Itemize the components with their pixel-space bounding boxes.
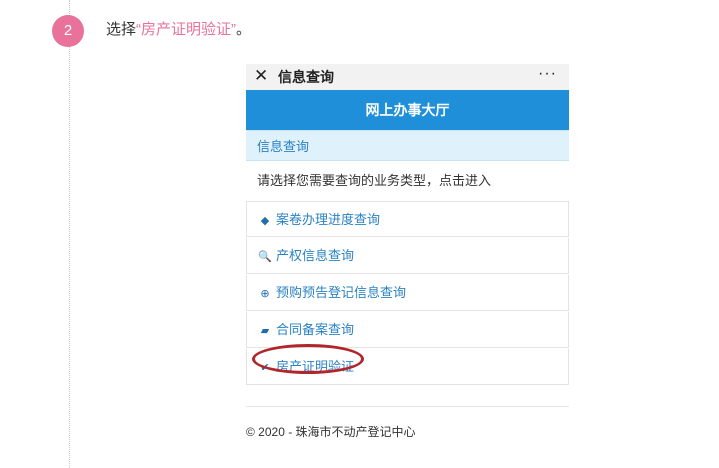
menu-item-label: 产权信息查询 [276,248,355,263]
instruction-suffix: 。 [236,21,252,38]
webview-top-bar: ✕ 信息查询 ··· [246,64,569,90]
menu-item-case-progress[interactable]: ◆ 案卷办理进度查询 [246,201,569,237]
menu-item-contract-filing[interactable]: ▰ 合同备案查询 [246,312,569,348]
instruction-highlight: “房产证明验证” [136,21,237,38]
section-tab-info-query[interactable]: 信息查询 [246,130,569,161]
zoom-in-icon: ⊕ [260,288,270,300]
menu-item-label: 案卷办理进度查询 [276,212,381,227]
menu-item-presale-registration[interactable]: ⊕ 预购预告登记信息查询 [246,275,569,311]
menu-item-label: 合同备案查询 [276,322,355,337]
close-icon[interactable]: ✕ [254,64,268,88]
book-icon: ▰ [260,325,270,337]
step-instruction: 选择“房产证明验证”。 [106,20,251,40]
query-menu-list: ◆ 案卷办理进度查询 🔍 产权信息查询 ⊕ 预购预告登记信息查询 ▰ 合同备案查询 ✔ 房… [246,201,569,386]
menu-item-property-rights[interactable]: 🔍 产权信息查询 [246,238,569,274]
prompt-text: 请选择您需要查询的业务类型，点击进入 [257,173,492,188]
menu-item-label: 预购预告登记信息查询 [276,285,407,300]
search-icon: 🔍 [258,251,272,263]
more-icon[interactable]: ··· [538,64,557,87]
instruction-prefix: 选择 [106,21,137,38]
timeline-dotted-line [69,0,70,468]
step-number-badge: 2 [52,15,84,47]
page-title: 信息查询 [278,69,334,85]
menu-item-property-certificate-verify[interactable]: ✔ 房产证明验证 [246,344,569,385]
footer-divider [246,406,569,407]
check-icon: ✔ [260,362,270,374]
menu-item-label: 房产证明验证 [276,359,355,374]
tag-icon: ◆ [260,215,270,227]
phone-screenshot: ✕ 信息查询 ··· 网上办事大厅 信息查询 请选择您需要查询的业务类型，点击进… [246,64,569,406]
hall-header: 网上办事大厅 [246,90,569,130]
footer-copyright: © 2020 - 珠海市不动产登记中心 [246,425,416,439]
